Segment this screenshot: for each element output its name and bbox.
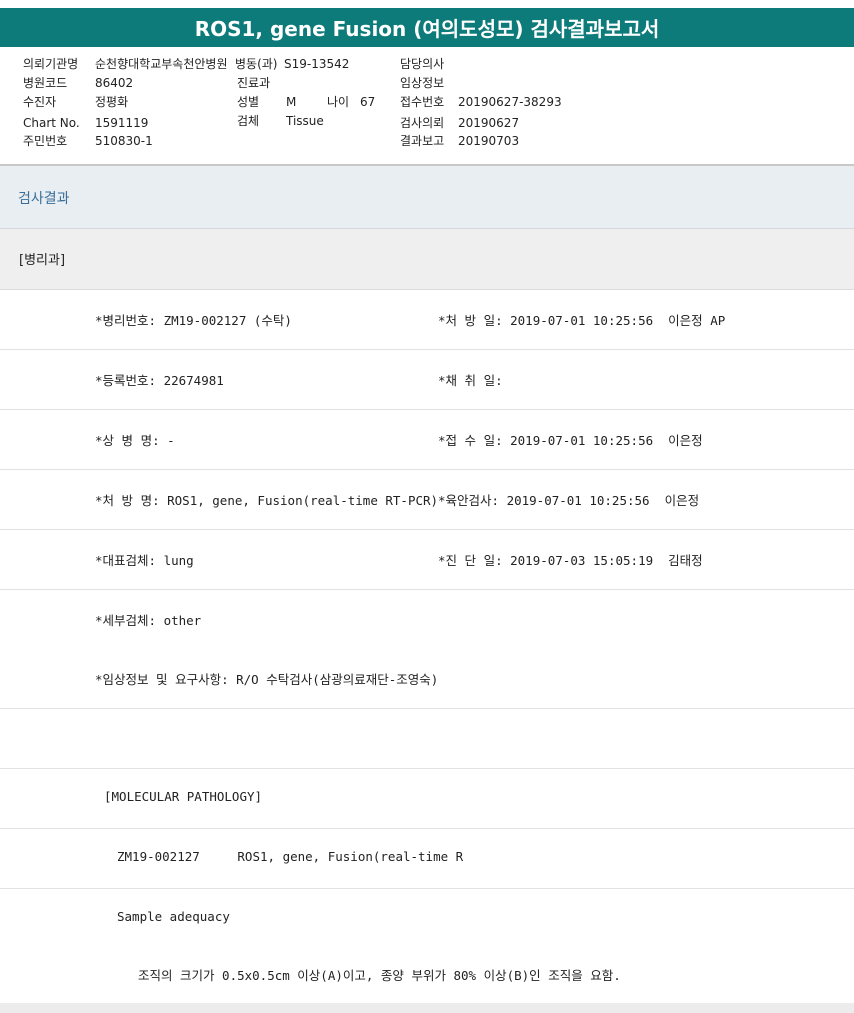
result-row: *세부검체: other: [0, 590, 854, 650]
section-header: 검사결과: [0, 166, 854, 229]
section-title: 검사결과: [18, 191, 70, 207]
mol-path-heading: [MOLECULAR PATHOLOGY]: [104, 789, 263, 804]
chart-value: 1591119: [95, 116, 149, 130]
result-row: *상 병 명: - *접 수 일: 2019-07-01 10:25:56 이은…: [0, 410, 854, 470]
report-label: 결과보고: [400, 134, 445, 148]
dept-label: 병동(과): [235, 57, 278, 71]
result-row: *등록번호: 22674981 *채 취 일:: [0, 350, 854, 410]
mol-test-row: ZM19-002127 ROS1, gene, Fusion(real-time…: [0, 829, 854, 889]
row-left-text: *상 병 명: -: [95, 433, 175, 448]
age-value: 67: [360, 95, 376, 109]
specimen-value: Tissue: [286, 114, 324, 128]
clinic-label: 진료과: [237, 76, 271, 90]
row-right-text: *진 단 일: 2019-07-03 15:05:19 김태정: [438, 553, 703, 568]
result-row: *대표검체: lung *진 단 일: 2019-07-03 15:05:19 …: [0, 530, 854, 590]
specimen-label: 검체: [237, 114, 260, 128]
department-row: [병리과]: [0, 229, 854, 290]
receipt-label: 접수번호: [400, 95, 445, 109]
dept-value: S19-13542: [284, 57, 350, 71]
row-left-text: *병리번호: ZM19-002127 (수탁): [95, 313, 292, 328]
patient-value: 정평화: [95, 95, 129, 109]
test-req-label: 검사의뢰: [400, 116, 445, 130]
report-value: 20190703: [458, 134, 520, 148]
mol-path-row: [MOLECULAR PATHOLOGY]: [0, 769, 854, 829]
mol-test-text: ZM19-002127 ROS1, gene, Fusion(real-time…: [117, 849, 464, 864]
sex-value: M: [286, 95, 297, 109]
sample-adequacy-row: Sample adequacy: [0, 889, 854, 949]
row-left-text: *대표검체: lung: [95, 553, 194, 568]
department-label: [병리과]: [19, 253, 66, 268]
rrn-value: 510830-1: [95, 134, 153, 148]
row-right-text: *육안검사: 2019-07-01 10:25:56 이은정: [438, 493, 700, 508]
clinical-info-label: 임상정보: [400, 76, 445, 90]
doctor-label: 담당의사: [400, 57, 445, 71]
hosp-code-label: 병원코드: [23, 76, 68, 90]
row-left-text: *등록번호: 22674981: [95, 373, 224, 388]
result-row: *병리번호: ZM19-002127 (수탁) *처 방 일: 2019-07-…: [0, 290, 854, 350]
row-left-text: *세부검체: other: [95, 613, 202, 628]
blank-row: [0, 709, 854, 769]
adequacy-note: 조직의 크기가 0.5x0.5cm 이상(A)이고, 종양 부위가 80% 이상…: [138, 968, 621, 983]
req-org-label: 의뢰기관명: [23, 57, 79, 71]
row-left-text: *처 방 명: ROS1, gene, Fusion(real-time RT-…: [95, 493, 439, 508]
rrn-label: 주민번호: [23, 134, 68, 148]
hosp-code-value: 86402: [95, 76, 134, 90]
result-row: *처 방 명: ROS1, gene, Fusion(real-time RT-…: [0, 470, 854, 530]
receipt-value: 20190627-38293: [458, 95, 562, 109]
adequacy-note-row: 조직의 크기가 0.5x0.5cm 이상(A)이고, 종양 부위가 80% 이상…: [0, 948, 854, 1007]
req-org-value: 순천향대학교부속천안병원: [95, 57, 228, 71]
row-right-text: *처 방 일: 2019-07-01 10:25:56 이은정 AP: [438, 313, 726, 328]
sex-label: 성별: [237, 95, 260, 109]
age-label: 나이: [327, 95, 350, 109]
row-right-text: *채 취 일:: [438, 373, 503, 388]
test-req-value: 20190627: [458, 116, 520, 130]
chart-label: Chart No.: [23, 116, 80, 130]
sample-adequacy-label: Sample adequacy: [117, 909, 230, 924]
row-right-text: *접 수 일: 2019-07-01 10:25:56 이은정: [438, 433, 703, 448]
patient-label: 수진자: [23, 95, 57, 109]
report-title: ROS1, gene Fusion (여의도성모) 검사결과보고서: [0, 8, 854, 47]
result-row: *임상정보 및 요구사항: R/O 수탁검사(삼광의료재단-조영숙): [0, 649, 854, 709]
row-left-text: *임상정보 및 요구사항: R/O 수탁검사(삼광의료재단-조영숙): [95, 672, 439, 687]
bottom-band: [0, 1003, 854, 1013]
